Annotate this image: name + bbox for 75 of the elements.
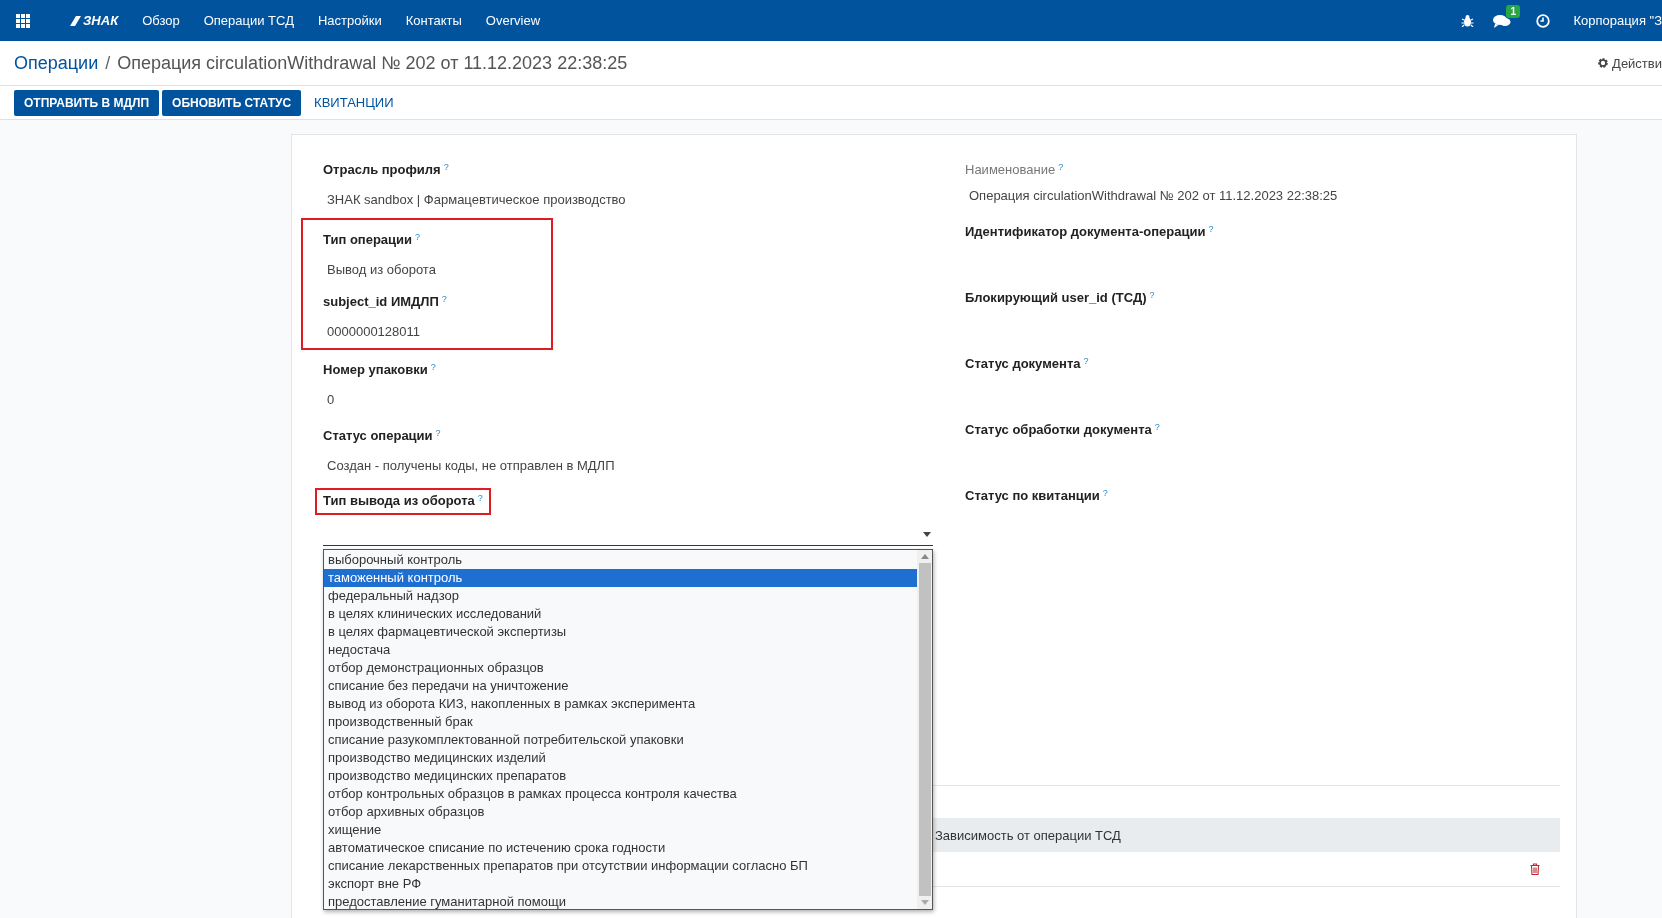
nav-menu-item[interactable]: Операции ТСД — [191, 13, 306, 28]
bug-icon[interactable] — [1461, 14, 1475, 27]
help-mark[interactable]: ? — [477, 493, 483, 503]
help-mark[interactable]: ? — [441, 294, 447, 304]
nav-menu-item[interactable]: Настройки — [305, 13, 394, 28]
field-label: subject_id ИМДЛП — [323, 294, 439, 309]
field-value: ЗНАК sandbox | Фармацевтическое производство — [326, 191, 627, 209]
nav-menu-item[interactable]: Overview — [473, 13, 553, 28]
scroll-up-icon[interactable] — [920, 554, 929, 559]
dropdown-option[interactable]: в целях клинических исследований — [324, 605, 917, 623]
field-label: Наименование — [965, 162, 1056, 177]
field-label: Номер упаковки — [323, 362, 428, 377]
apps-grid-icon[interactable] — [16, 13, 30, 28]
breadcrumb-separator: / — [105, 52, 111, 74]
chat-icon[interactable] — [1493, 13, 1512, 28]
dropdown-option[interactable]: списание разукомплектованной потребительской упаковки — [324, 731, 917, 749]
nav-menu-item[interactable]: Контакты — [393, 13, 474, 28]
field-label: Тип операции — [323, 232, 413, 247]
clock-icon[interactable] — [1536, 13, 1551, 28]
field-value: Вывод из оборота — [326, 261, 437, 279]
field-label: Отрасль профиля — [323, 162, 441, 177]
dropdown-option[interactable]: автоматическое списание по истечению срока годности — [324, 839, 917, 857]
dropdown-option[interactable]: экспорт вне РФ — [324, 875, 917, 893]
help-mark[interactable]: ? — [1058, 162, 1064, 172]
help-mark[interactable]: ? — [1102, 488, 1108, 498]
dropdown-option[interactable]: отбор демонстрационных образцов — [324, 659, 917, 677]
trash-icon[interactable] — [1530, 863, 1540, 875]
field-label: Статус операции — [323, 428, 433, 443]
actions-menu[interactable]: Действи — [1612, 55, 1662, 71]
dropdown-option[interactable]: отбор архивных образцов — [324, 803, 917, 821]
help-mark[interactable]: ? — [415, 232, 421, 242]
dropdown-option[interactable]: отбор контрольных образцов в рамках процесса контроля качества — [324, 785, 917, 803]
field-label: Тип вывода из оборота — [323, 493, 475, 508]
field-value: Операция circulationWithdrawal № 202 от 11.12.2023 22:38:25 — [968, 187, 1339, 205]
field-value: 0000000128011 — [326, 323, 422, 341]
help-mark[interactable]: ? — [443, 162, 449, 172]
dropdown-option[interactable]: производственный брак — [324, 713, 917, 731]
company-switcher[interactable]: Корпорация "З — [1573, 13, 1662, 28]
help-mark[interactable]: ? — [1149, 290, 1155, 300]
help-mark[interactable]: ? — [430, 362, 436, 372]
dropdown-option[interactable]: вывод из оборота КИЗ, накопленных в рамках эксперимента — [324, 695, 917, 713]
message-count-badge: 1 — [1506, 4, 1520, 18]
caret-icon — [923, 531, 931, 537]
dropdown-option[interactable]: списание лекарственных препаратов при отсутствии информации согласно БП — [324, 857, 917, 875]
dropdown-option[interactable]: производство медицинских изделий — [324, 749, 917, 767]
nav-menu-item[interactable]: Обзор — [130, 13, 192, 28]
field-value: 0 — [326, 391, 336, 409]
dropdown-option[interactable]: в целях фармацевтической экспертизы — [324, 623, 917, 641]
dropdown-option[interactable]: федеральный надзор — [324, 587, 917, 605]
field-label: Статус документа — [965, 356, 1081, 371]
action-button[interactable]: ОТПРАВИТЬ В МДЛП — [14, 89, 160, 116]
help-mark[interactable]: ? — [1208, 224, 1214, 234]
field-label: Статус обработки документа — [965, 422, 1152, 437]
action-button[interactable]: КВИТАНЦИИ — [304, 89, 404, 116]
field-label: Блокирующий user_id (ТСД) — [965, 290, 1147, 305]
field-value: Создан - получены коды, не отправлен в МДЛП — [326, 457, 616, 475]
dropdown-option[interactable]: хищение — [324, 821, 917, 839]
gear-icon[interactable] — [1597, 57, 1610, 69]
help-mark[interactable]: ? — [1083, 356, 1089, 366]
dropdown-option[interactable]: предоставление гуманитарной помощи — [324, 893, 917, 911]
help-mark[interactable]: ? — [1154, 422, 1160, 432]
column-header: Зависимость от операции ТСД — [935, 827, 1121, 843]
logo[interactable]: ЗНАК — [68, 13, 119, 28]
breadcrumb-current: Операция circulationWithdrawal № 202 от 11.12.2023 22:38:25 — [117, 52, 628, 74]
scrollbar[interactable] — [917, 550, 932, 909]
help-mark[interactable]: ? — [435, 428, 441, 438]
dropdown-option[interactable]: таможенный контроль — [324, 569, 917, 587]
field-label: Статус по квитанции — [965, 488, 1100, 503]
action-button[interactable]: ОБНОВИТЬ СТАТУС — [162, 89, 302, 116]
breadcrumb-link[interactable]: Операции — [14, 52, 99, 74]
dropdown-option[interactable]: выборочный контроль — [324, 551, 917, 569]
dropdown-option[interactable]: недостача — [324, 641, 917, 659]
field-label: Идентификатор документа-операции — [965, 224, 1206, 239]
dropdown-option[interactable]: производство медицинских препаратов — [324, 767, 917, 785]
dropdown-option[interactable]: списание без передачи на уничтожение — [324, 677, 917, 695]
